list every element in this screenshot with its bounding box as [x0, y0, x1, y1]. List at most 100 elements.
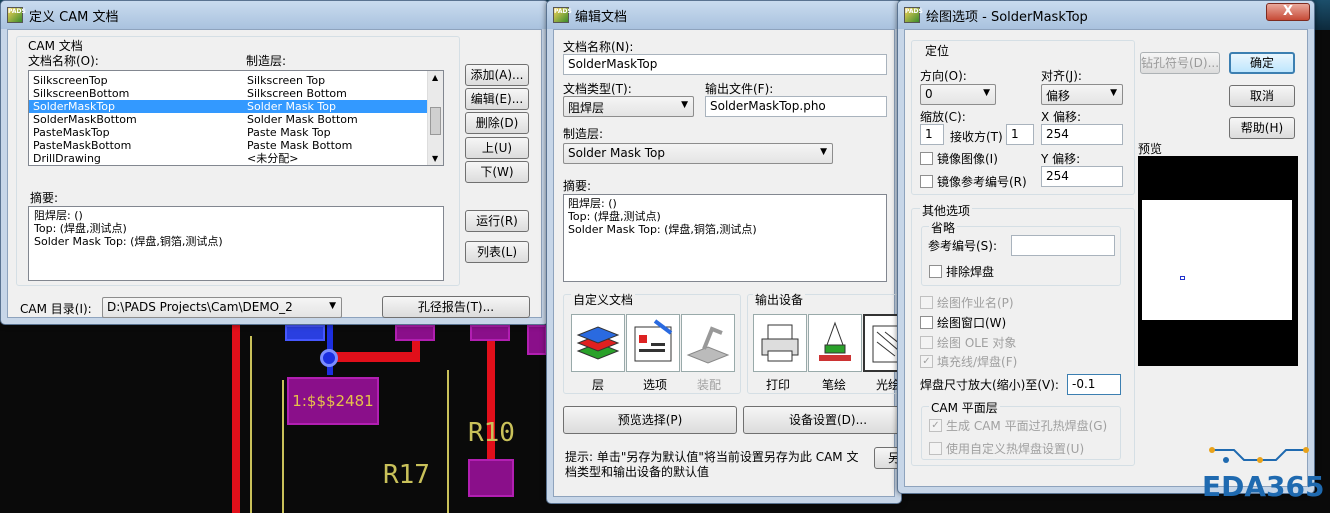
delete-button[interactable]: 删除(D)	[465, 112, 529, 134]
y-offset-input[interactable]: 254	[1041, 166, 1123, 187]
x-offset-label: X 偏移:	[1041, 110, 1082, 124]
gen-thermal-label: 生成 CAM 平面过孔热焊盘(G)	[946, 419, 1108, 433]
summary-line: Top: (焊盘,测试点)	[568, 210, 661, 223]
fit-input[interactable]: 1	[1006, 124, 1034, 145]
cam-doc-list-scrollbar[interactable]: ▲ ▼	[427, 71, 443, 165]
edit-window-titlebar[interactable]: PADS 编辑文档	[547, 1, 901, 29]
cam-doc-row[interactable]: SilkscreenBottom Silkscreen Bottom	[29, 87, 427, 100]
edit-button[interactable]: 编辑(E)...	[465, 88, 529, 110]
drill-report-button[interactable]: 孔径报告(T)...	[382, 296, 530, 318]
device-setup-button[interactable]: 设备设置(D)...	[743, 406, 901, 434]
cam-doc-layer: Paste Mask Bottom	[247, 139, 353, 152]
justify-label: 对齐(J):	[1041, 69, 1082, 83]
mirror-refdes-label: 镜像参考编号(R)	[937, 175, 1027, 189]
run-button[interactable]: 运行(R)	[465, 210, 529, 232]
exclude-pads-label: 排除焊盘	[946, 265, 995, 279]
move-up-button[interactable]: 上(U)	[465, 137, 529, 159]
plot-job-name-checkbox[interactable]: 绘图作业名(P)	[920, 294, 1014, 311]
cam-doc-row[interactable]: SolderMaskBottom Solder Mask Bottom	[29, 113, 427, 126]
justify-combo[interactable]: 偏移 ▼	[1041, 84, 1123, 105]
mirror-image-checkbox[interactable]: 镜像图像(I)	[920, 150, 998, 167]
pad-size-label: 焊盘尺寸放大(缩小)至(V):	[920, 378, 1059, 392]
custom-thermal-checkbox[interactable]: 使用自定义热焊盘设置(U)	[929, 440, 1084, 457]
cam-doc-layer: <未分配>	[247, 152, 299, 165]
plot-job-name-label: 绘图作业名(P)	[937, 296, 1014, 310]
plot-window-label: 绘图窗口(W)	[937, 316, 1007, 330]
pcb-outline	[447, 370, 449, 513]
dropdown-arrow-icon: ▼	[983, 88, 990, 98]
cancel-button[interactable]: 取消	[1229, 85, 1295, 107]
ok-button[interactable]: 确定	[1229, 52, 1295, 74]
scroll-thumb[interactable]	[430, 107, 441, 135]
cam-doc-list[interactable]: SilkscreenTop Silkscreen Top SilkscreenBot…	[28, 70, 444, 166]
x-offset-input[interactable]: 254	[1041, 124, 1123, 145]
cam-doc-name: SolderMaskTop	[33, 100, 115, 113]
mirror-refdes-checkbox[interactable]: 镜像参考编号(R)	[920, 173, 1027, 190]
cam-doc-row[interactable]: SolderMaskTop Solder Mask Top	[29, 100, 427, 113]
exclude-pads-checkbox[interactable]: 排除焊盘	[929, 263, 994, 280]
options-tile[interactable]	[626, 314, 680, 372]
pad-size-input[interactable]: -0.1	[1067, 374, 1121, 395]
pen-plotter-icon	[819, 321, 851, 361]
layers-tile[interactable]	[571, 314, 625, 372]
doc-type-combo[interactable]: 阻焊层 ▼	[563, 96, 694, 117]
move-down-button[interactable]: 下(W)	[465, 161, 529, 183]
checkbox-box	[929, 265, 942, 278]
other-options-label: 其他选项	[920, 202, 973, 219]
drill-symbol-button[interactable]: 钻孔符号(D)...	[1140, 52, 1220, 74]
cam-doc-layer: Paste Mask Top	[247, 126, 331, 139]
layer-column-header: 制造层:	[246, 54, 287, 68]
pen-plot-tile[interactable]	[808, 314, 862, 372]
dropdown-arrow-icon: ▼	[681, 100, 688, 110]
device-item-label: 笔绘	[822, 378, 847, 392]
plot-window-checkbox[interactable]: 绘图窗口(W)	[920, 314, 1006, 331]
cam-doc-row[interactable]: PasteMaskBottom Paste Mask Bottom	[29, 139, 427, 152]
doc-name-input[interactable]: SolderMaskTop	[563, 54, 887, 75]
fit-label: 接收方(T)	[950, 130, 1003, 144]
cam-doc-row[interactable]: DrillDrawing <未分配>	[29, 152, 427, 165]
pcb-refdes-r10: R10	[468, 418, 515, 448]
cam-doc-name: DrillDrawing	[33, 152, 101, 165]
output-file-input[interactable]: SolderMaskTop.pho	[705, 96, 887, 117]
scroll-up-arrow-icon[interactable]: ▲	[432, 73, 438, 82]
scale-input[interactable]: 1	[920, 124, 944, 145]
plot-ole-checkbox[interactable]: 绘图 OLE 对象	[920, 334, 1016, 351]
close-button[interactable]: X	[1266, 3, 1310, 21]
plot-window-titlebar[interactable]: PADS 绘图选项 - SolderMaskTop X	[898, 1, 1314, 29]
gen-thermal-checkbox[interactable]: ✓ 生成 CAM 平面过孔热焊盘(G)	[929, 417, 1107, 434]
help-button[interactable]: 帮助(H)	[1229, 117, 1295, 139]
summary-label: 摘要:	[30, 191, 59, 205]
output-device-label: 输出设备	[753, 291, 806, 308]
device-item-label: 打印	[766, 378, 791, 392]
pcb-pad	[285, 325, 325, 341]
doc-name-label: 文档名称(N):	[563, 40, 634, 54]
summary-line: Solder Mask Top: (焊盘,铜箔,测试点)	[34, 235, 223, 248]
output-file-label: 输出文件(F):	[705, 82, 774, 96]
add-button[interactable]: 添加(A)...	[465, 64, 529, 86]
fab-layer-combo[interactable]: Solder Mask Top ▼	[563, 143, 833, 164]
cam-doc-name: SilkscreenBottom	[33, 87, 130, 100]
summary-box: 阻焊层: () Top: (焊盘,测试点) Solder Mask Top: (…	[28, 206, 444, 281]
cam-doc-name: PasteMaskTop	[33, 126, 110, 139]
cam-window-titlebar[interactable]: PADS 定义 CAM 文档	[1, 1, 548, 29]
doc-type-label: 文档类型(T):	[563, 82, 632, 96]
orientation-combo[interactable]: 0 ▼	[920, 84, 996, 105]
fill-pads-checkbox[interactable]: ✓ 填充线/焊盘(F)	[920, 353, 1017, 370]
cam-dir-combo[interactable]: D:\PADS Projects\Cam\DEMO_2 ▼	[102, 297, 342, 318]
checkmark-icon: ✓	[929, 419, 942, 432]
summary-line: 阻焊层: ()	[568, 197, 617, 210]
pcb-via	[320, 349, 338, 367]
checkbox-box	[920, 316, 933, 329]
print-tile[interactable]	[753, 314, 807, 372]
scroll-down-arrow-icon[interactable]: ▼	[432, 154, 438, 163]
cam-doc-row[interactable]: SilkscreenTop Silkscreen Top	[29, 74, 427, 87]
pads-app-icon: PADS	[7, 7, 26, 23]
preview-selection-button[interactable]: 预览选择(P)	[563, 406, 737, 434]
dropdown-arrow-icon: ▼	[1110, 88, 1117, 98]
refdes-input[interactable]	[1011, 235, 1115, 256]
cam-doc-row[interactable]: PasteMaskTop Paste Mask Top	[29, 126, 427, 139]
fill-pads-label: 填充线/焊盘(F)	[937, 355, 1018, 369]
doc-type-value: 阻焊层	[568, 101, 605, 115]
preview-board	[1142, 200, 1292, 320]
table-button[interactable]: 列表(L)	[465, 241, 529, 263]
